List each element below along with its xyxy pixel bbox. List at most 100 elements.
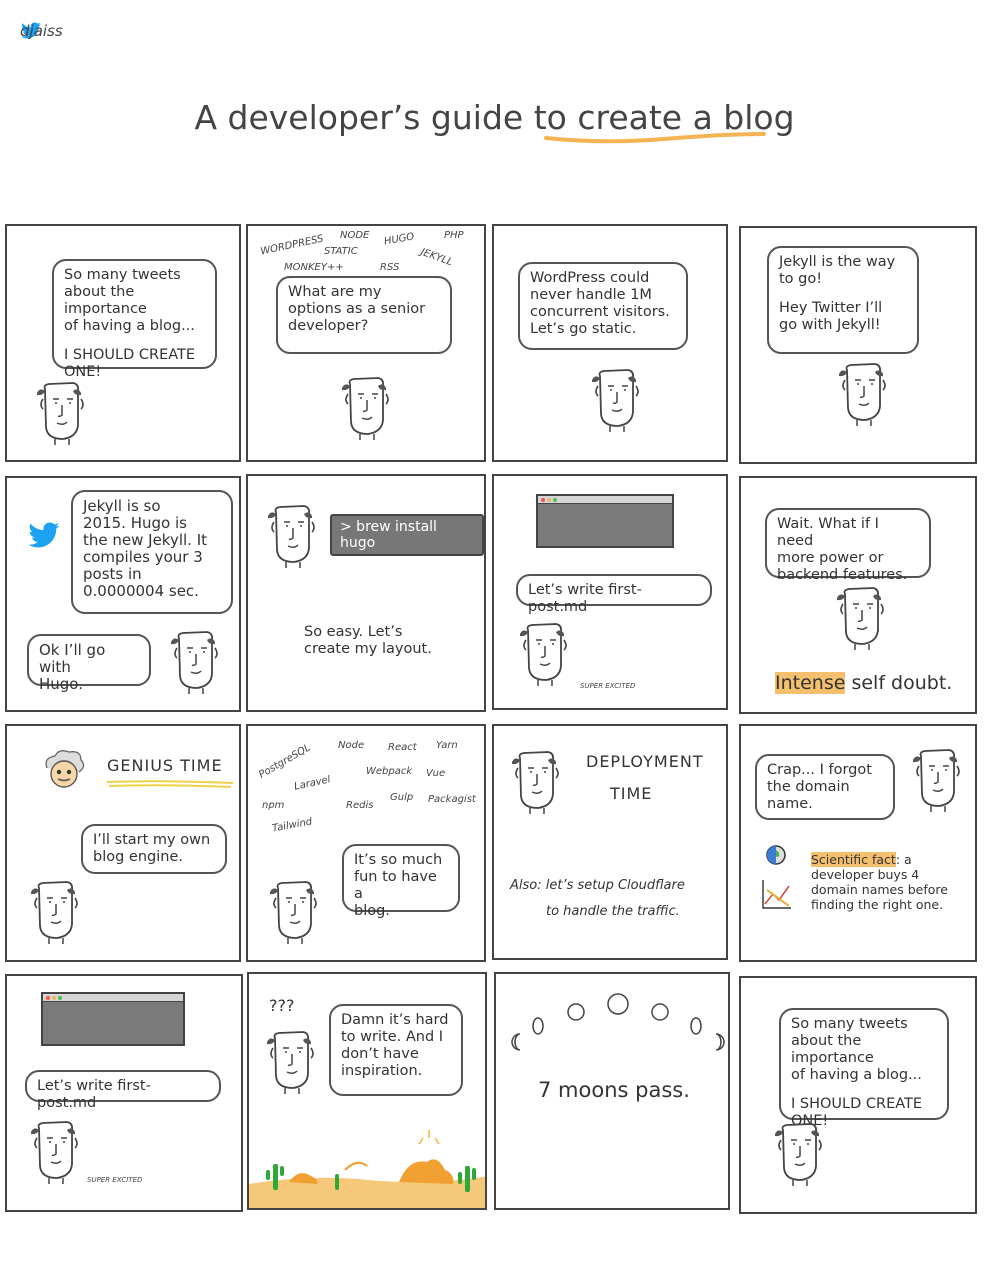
bubble-shout: I SHOULD CREATE <box>791 1096 923 1112</box>
scribble: NODE <box>340 230 370 241</box>
scientific-fact: Scientific fact: a developer buys 4 doma… <box>811 852 948 912</box>
speech-bubble: Jekyll is the way to go! Hey Twitter I’l… <box>767 246 919 354</box>
time-label: TIME <box>610 784 653 803</box>
developer-face <box>591 369 639 433</box>
deployment-label: DEPLOYMENT <box>586 752 704 771</box>
caption-line: create my layout. <box>304 641 432 657</box>
bubble-line: to write. And I <box>341 1029 444 1045</box>
bubble-line: Let’s write first-post.md <box>528 582 642 615</box>
panel-12: Crap... I forgot the domain name. Scient… <box>739 724 977 962</box>
emphasis-word: Intense <box>775 672 846 694</box>
self-doubt-caption: Intense self doubt. <box>775 672 952 694</box>
caption-scribble: SUPER EXCITED <box>87 1176 143 1184</box>
developer-face <box>838 363 886 427</box>
panel-4: Jekyll is the way to go! Hey Twitter I’l… <box>739 226 977 464</box>
scribble: npm <box>262 800 285 811</box>
panel-13: Let’s write first-post.md SUPER EXCITED <box>5 974 243 1212</box>
fact-rest: : a <box>895 852 912 867</box>
moons-caption: 7 moons pass. <box>538 1078 690 1102</box>
developer-face <box>912 749 960 813</box>
bubble-line: Crap... I forgot <box>767 762 872 778</box>
scribble: PostgreSQL <box>257 742 313 781</box>
bubble-line: don’t have <box>341 1046 419 1062</box>
speech-bubble: So many tweets about the importance of h… <box>52 259 217 380</box>
chart-icon <box>762 880 791 909</box>
developer-face <box>836 587 884 651</box>
bubble-line: Hugo. <box>39 675 83 693</box>
caption-rest: self doubt. <box>845 672 953 694</box>
developer-face <box>774 1123 822 1187</box>
scribble: WORDPRESS <box>259 233 325 258</box>
caption-line: So easy. Let’s <box>304 624 403 640</box>
globe-icon <box>766 845 786 865</box>
cloudflare-note: Also: let’s setup Cloudflare <box>510 878 685 893</box>
bubble-line: options as a senior <box>288 301 426 317</box>
speech-bubble: I’ll start my own blog engine. <box>81 824 227 874</box>
panel-10: PostgreSQL Node React Yarn Laravel Webpa… <box>246 724 486 962</box>
twitter-bird-icon <box>28 522 60 548</box>
scribble: Tailwind <box>271 816 314 835</box>
bubble-line: So many tweets <box>64 267 181 283</box>
bubble-line: Let’s write first-post.md <box>37 1078 151 1111</box>
speech-bubble: What are my options as a senior develope… <box>276 276 452 354</box>
genius-underline <box>106 780 234 788</box>
panel-8: Wait. What if I need more power or backe… <box>739 476 977 714</box>
panel-9: GENIUS TIME I’ll start my own blog engin… <box>5 724 241 962</box>
bubble-line: the new Jekyll. It <box>83 531 208 549</box>
panel-2: WORDPRESS NODE STATIC HUGO PHP MONKEY++ … <box>246 224 486 462</box>
bubble-line: name. <box>767 796 813 812</box>
speech-bubble: Wait. What if I need more power or backe… <box>765 508 931 583</box>
bubble-line: Wait. What if I need <box>777 516 879 549</box>
bubble-line: Ok I’ll go with <box>39 641 106 676</box>
einstein-face-icon <box>45 750 85 788</box>
panel-5: Jekyll is so 2015. Hugo is the new Jekyl… <box>5 476 241 712</box>
question-marks: ??? <box>269 996 295 1015</box>
bubble-line: to go! <box>779 271 823 287</box>
scribble: JEKYLL <box>419 246 454 269</box>
bubble-line: backend features. <box>777 567 908 583</box>
bubble-line: 0.0000004 sec. <box>83 582 199 600</box>
cloudflare-note: to handle the traffic. <box>546 904 680 919</box>
bubble-line: of having a blog... <box>791 1067 922 1083</box>
bubble-shout: ONE! <box>64 364 102 380</box>
developer-face <box>269 881 317 945</box>
bubble-line: Jekyll is so <box>83 497 161 515</box>
terminal-command: > brew install hugo <box>330 514 484 556</box>
panel-7: Let’s write first-post.md SUPER EXCITED <box>492 474 728 710</box>
title-underline <box>544 132 766 144</box>
scribble: PHP <box>444 230 464 241</box>
panel-14: ??? Damn it’s hard to write. And I don’t… <box>247 972 487 1210</box>
developer-face <box>267 505 315 569</box>
scribble: React <box>388 742 417 753</box>
title-prefix: A developer’s guide to <box>194 98 578 137</box>
bubble-line: go with Jekyll! <box>779 317 881 333</box>
handle-text: djaiss <box>20 22 63 40</box>
scribble: MONKEY++ <box>284 262 344 273</box>
bubble-line: WordPress could <box>530 270 650 286</box>
bubble-line: the domain <box>767 779 850 795</box>
speech-bubble: Let’s write first-post.md <box>25 1070 221 1111</box>
terminal-window <box>536 494 674 548</box>
speech-bubble: Ok I’ll go with Hugo. <box>27 634 151 693</box>
speech-bubble: So many tweets about the importance of h… <box>779 1008 949 1129</box>
developer-face <box>36 382 84 446</box>
moons-arc <box>511 993 725 1051</box>
scribble: Yarn <box>436 740 458 751</box>
developer-face <box>511 751 559 815</box>
bubble-line: fun to have a <box>354 869 437 902</box>
page-title: A developer’s guide to create a blog <box>0 98 989 137</box>
bubble-line: blog. <box>354 903 390 919</box>
scribble: Packagist <box>428 794 476 805</box>
scribble: Gulp <box>390 792 414 803</box>
fact-line: domain names before <box>811 882 948 897</box>
bubble-line: It’s so much <box>354 852 443 868</box>
bubble-line: Hey Twitter I’ll <box>779 300 883 316</box>
caption-text: So easy. Let’s create my layout. <box>304 624 432 658</box>
speech-bubble: Crap... I forgot the domain name. <box>755 754 895 820</box>
panel-6: > brew install hugo So easy. Let’s creat… <box>246 474 486 712</box>
scribble: STATIC <box>324 246 358 257</box>
bubble-line: I’ll start my own <box>93 832 211 848</box>
bubble-line: Let’s go static. <box>530 321 637 337</box>
bubble-line: about the importance <box>791 1033 874 1066</box>
developer-face <box>519 623 567 687</box>
